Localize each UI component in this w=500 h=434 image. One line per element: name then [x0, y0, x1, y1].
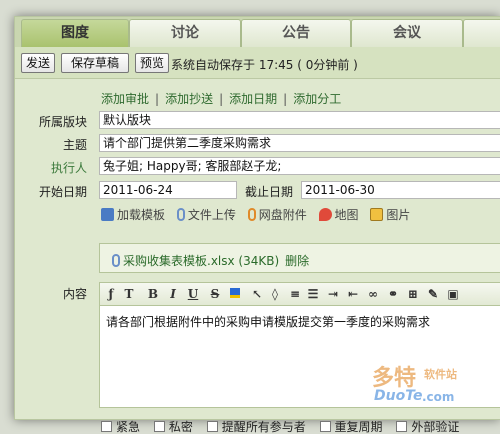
- autosave-status: 系统自动保存于 17:45 ( 0分钟前 ): [171, 58, 358, 72]
- bold-button[interactable]: B: [146, 287, 160, 301]
- add-cc-link[interactable]: 添加抄送: [165, 92, 213, 106]
- map-label: 地图: [334, 208, 359, 222]
- link-icon[interactable]: ∞: [366, 287, 380, 301]
- tab-overflow: [463, 19, 500, 47]
- indent-icon[interactable]: ⇥: [326, 287, 340, 301]
- attachment-filename[interactable]: 采购收集表模板.xlsx (34KB): [123, 254, 279, 268]
- eraser-icon[interactable]: ◊: [268, 287, 282, 301]
- end-date-input[interactable]: 2011-06-30: [301, 181, 500, 199]
- file-upload-button[interactable]: 文件上传: [176, 206, 236, 223]
- text-format-icon[interactable]: T: [122, 287, 136, 301]
- edit-icon[interactable]: ✎: [426, 287, 440, 301]
- source-icon[interactable]: ▣: [446, 287, 460, 301]
- outdent-icon[interactable]: ⇤: [346, 287, 360, 301]
- action-toolbar: 发送 保存草稿 预览 系统自动保存于 17:45 ( 0分钟前 ): [15, 47, 500, 79]
- separator: |: [219, 92, 224, 106]
- add-date-link[interactable]: 添加日期: [229, 92, 277, 106]
- urgent-checkbox[interactable]: [101, 421, 112, 432]
- remind-all-checkbox[interactable]: [206, 421, 218, 432]
- tab-meeting[interactable]: 会议: [351, 19, 463, 47]
- start-date-label: 开始日期: [39, 185, 88, 199]
- list-icon[interactable]: ☰: [306, 287, 320, 301]
- editor-content[interactable]: 请各部门根据附件中的采购申请模版提交第一季度的采购需求: [106, 313, 430, 330]
- board-select[interactable]: 默认版块: [99, 111, 500, 129]
- watermark-en: DuoTe: [374, 388, 423, 404]
- executor-label[interactable]: 执行人: [51, 159, 87, 176]
- content-label: 内容: [63, 287, 88, 301]
- watermark-logo: 多特 软件站 DuoTe .com: [316, 360, 500, 426]
- map-pin-icon: [318, 208, 332, 221]
- file-upload-label: 文件上传: [187, 208, 236, 222]
- netdisk-paperclip-icon: [247, 208, 256, 221]
- separator: |: [155, 92, 160, 106]
- italic-button[interactable]: I: [166, 287, 180, 301]
- send-button[interactable]: 发送: [21, 53, 55, 73]
- table-icon[interactable]: ⊞: [406, 287, 420, 301]
- watermark-domain: .com: [422, 390, 455, 404]
- attachment-list: 采购收集表模板.xlsx (34KB) 删除: [99, 243, 500, 273]
- attachment-delete-link[interactable]: 删除: [285, 254, 309, 268]
- pointer-icon[interactable]: ↖: [250, 287, 264, 301]
- editor-toolbar: ƒ T B I U S ↖ ◊ ≡ ☰ ⇥ ⇤ ∞ ⚭ ⊞ ✎ ▣: [99, 282, 500, 306]
- attach-toolbar: 加载模板 文件上传 网盘附件 地图 图片: [101, 206, 418, 222]
- clear-format-icon[interactable]: ƒ: [104, 287, 118, 301]
- underline-button[interactable]: U: [186, 287, 200, 301]
- subject-label: 主题: [63, 138, 88, 152]
- paperclip-icon: [176, 208, 185, 221]
- start-date-input[interactable]: 2011-06-24: [99, 181, 237, 199]
- tab-discussion[interactable]: 讨论: [129, 19, 241, 47]
- remind-all-option[interactable]: 提醒所有参与者: [206, 418, 306, 434]
- unlink-icon[interactable]: ⚭: [386, 287, 400, 301]
- attachment-item: 采购收集表模板.xlsx (34KB) 删除: [112, 252, 309, 269]
- urgent-label: 紧急: [116, 420, 141, 434]
- image-button[interactable]: 图片: [370, 206, 410, 223]
- tab-bar: 图度 讨论 公告 会议: [15, 17, 500, 47]
- remind-all-label: 提醒所有参与者: [221, 420, 306, 434]
- image-label: 图片: [386, 208, 411, 222]
- executor-input[interactable]: 兔子姐; Happy哥; 客服部赵子龙;: [99, 157, 500, 175]
- add-links-row: 添加审批 | 添加抄送 | 添加日期 | 添加分工: [101, 90, 341, 107]
- end-date-label: 截止日期: [245, 185, 294, 199]
- image-icon: [370, 208, 384, 221]
- board-label: 所属版块: [39, 115, 88, 129]
- fill-color-icon[interactable]: [228, 287, 242, 301]
- align-icon[interactable]: ≡: [288, 287, 302, 301]
- add-approval-link[interactable]: 添加审批: [101, 92, 149, 106]
- save-draft-button[interactable]: 保存草稿: [61, 53, 129, 73]
- template-icon: [101, 208, 114, 221]
- load-template-button[interactable]: 加载模板: [101, 206, 165, 223]
- preview-button[interactable]: 预览: [135, 53, 169, 73]
- netdisk-attach-button[interactable]: 网盘附件: [247, 206, 307, 223]
- separator: |: [283, 92, 288, 106]
- tab-announcement[interactable]: 公告: [241, 19, 351, 47]
- netdisk-attach-label: 网盘附件: [258, 208, 307, 222]
- tab-tudu[interactable]: 图度: [21, 19, 129, 47]
- private-label: 私密: [168, 420, 193, 434]
- add-division-link[interactable]: 添加分工: [293, 92, 341, 106]
- strikethrough-button[interactable]: S: [208, 287, 222, 301]
- subject-input[interactable]: 请个部门提供第二季度采购需求: [99, 134, 500, 152]
- urgent-option[interactable]: 紧急: [101, 418, 140, 434]
- private-checkbox[interactable]: [153, 421, 165, 432]
- paperclip-icon: [112, 254, 120, 267]
- watermark-sub: 软件站: [424, 368, 457, 381]
- private-option[interactable]: 私密: [153, 418, 193, 434]
- load-template-label: 加载模板: [117, 208, 166, 222]
- map-button[interactable]: 地图: [318, 206, 359, 223]
